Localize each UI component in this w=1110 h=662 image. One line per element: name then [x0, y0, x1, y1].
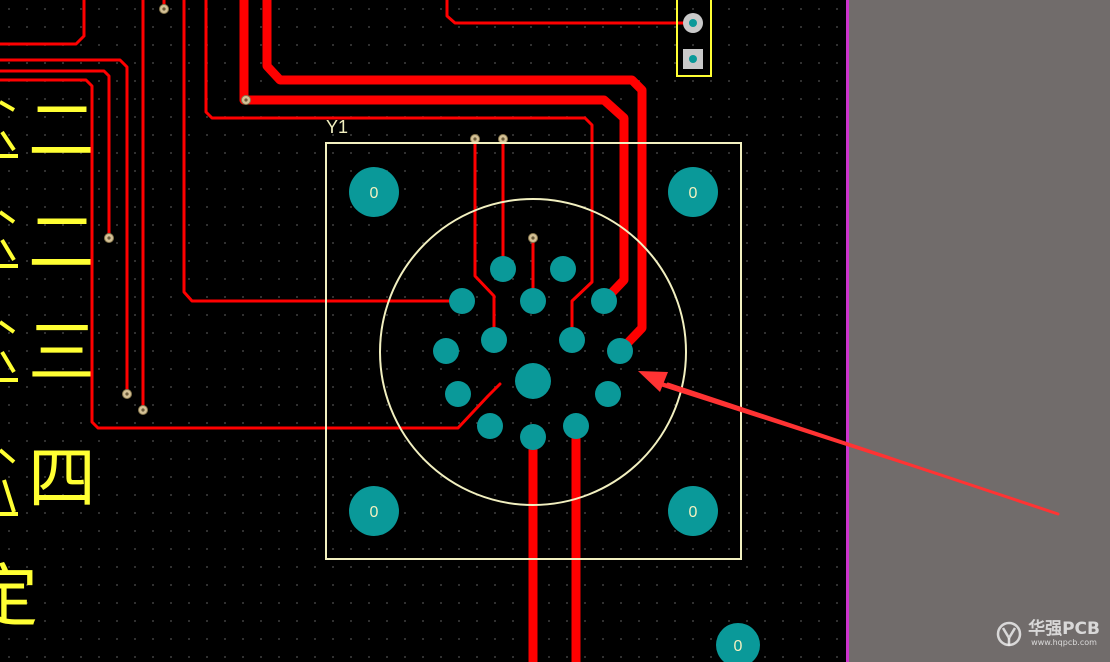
connector-pin — [490, 256, 516, 282]
connector-pin — [559, 327, 585, 353]
connector-pin — [481, 327, 507, 353]
connector-pin — [449, 288, 475, 314]
watermark-brand: 华强PCB — [1028, 619, 1100, 639]
via-holes — [107, 7, 535, 412]
connector-pin — [520, 288, 546, 314]
connector-pin — [433, 338, 459, 364]
mounting-pad-label: 0 — [689, 185, 698, 202]
pad-labels: 0 0 0 0 0 — [370, 185, 743, 655]
connector-pin-center — [515, 363, 551, 399]
pcb-layout[interactable]: 0 0 0 0 0 Y1 — [0, 0, 1110, 662]
connector-pin — [591, 288, 617, 314]
connector-pin — [550, 256, 576, 282]
connector-pin — [520, 424, 546, 450]
connector-pin — [595, 381, 621, 407]
designator-y1: Y1 — [326, 117, 348, 137]
connector-pin — [607, 338, 633, 364]
watermark-logo: 华强PCB www.hqpcb.com — [994, 620, 1100, 648]
hqpcb-logo-icon — [996, 621, 1022, 647]
watermark-url: www.hqpcb.com — [1031, 638, 1097, 647]
vias — [104, 4, 538, 415]
pin-header[interactable] — [676, 0, 712, 77]
mounting-pad-label: 0 — [370, 185, 379, 202]
connector-pin — [445, 381, 471, 407]
mounting-pad-label: 0 — [734, 638, 743, 655]
connector-pin — [563, 413, 589, 439]
mounting-pad-label: 0 — [689, 504, 698, 521]
connector-pin — [477, 413, 503, 439]
silk-char-fragments — [0, 100, 18, 516]
mounting-pad-label: 0 — [370, 504, 379, 521]
copper-traces — [0, 0, 694, 662]
